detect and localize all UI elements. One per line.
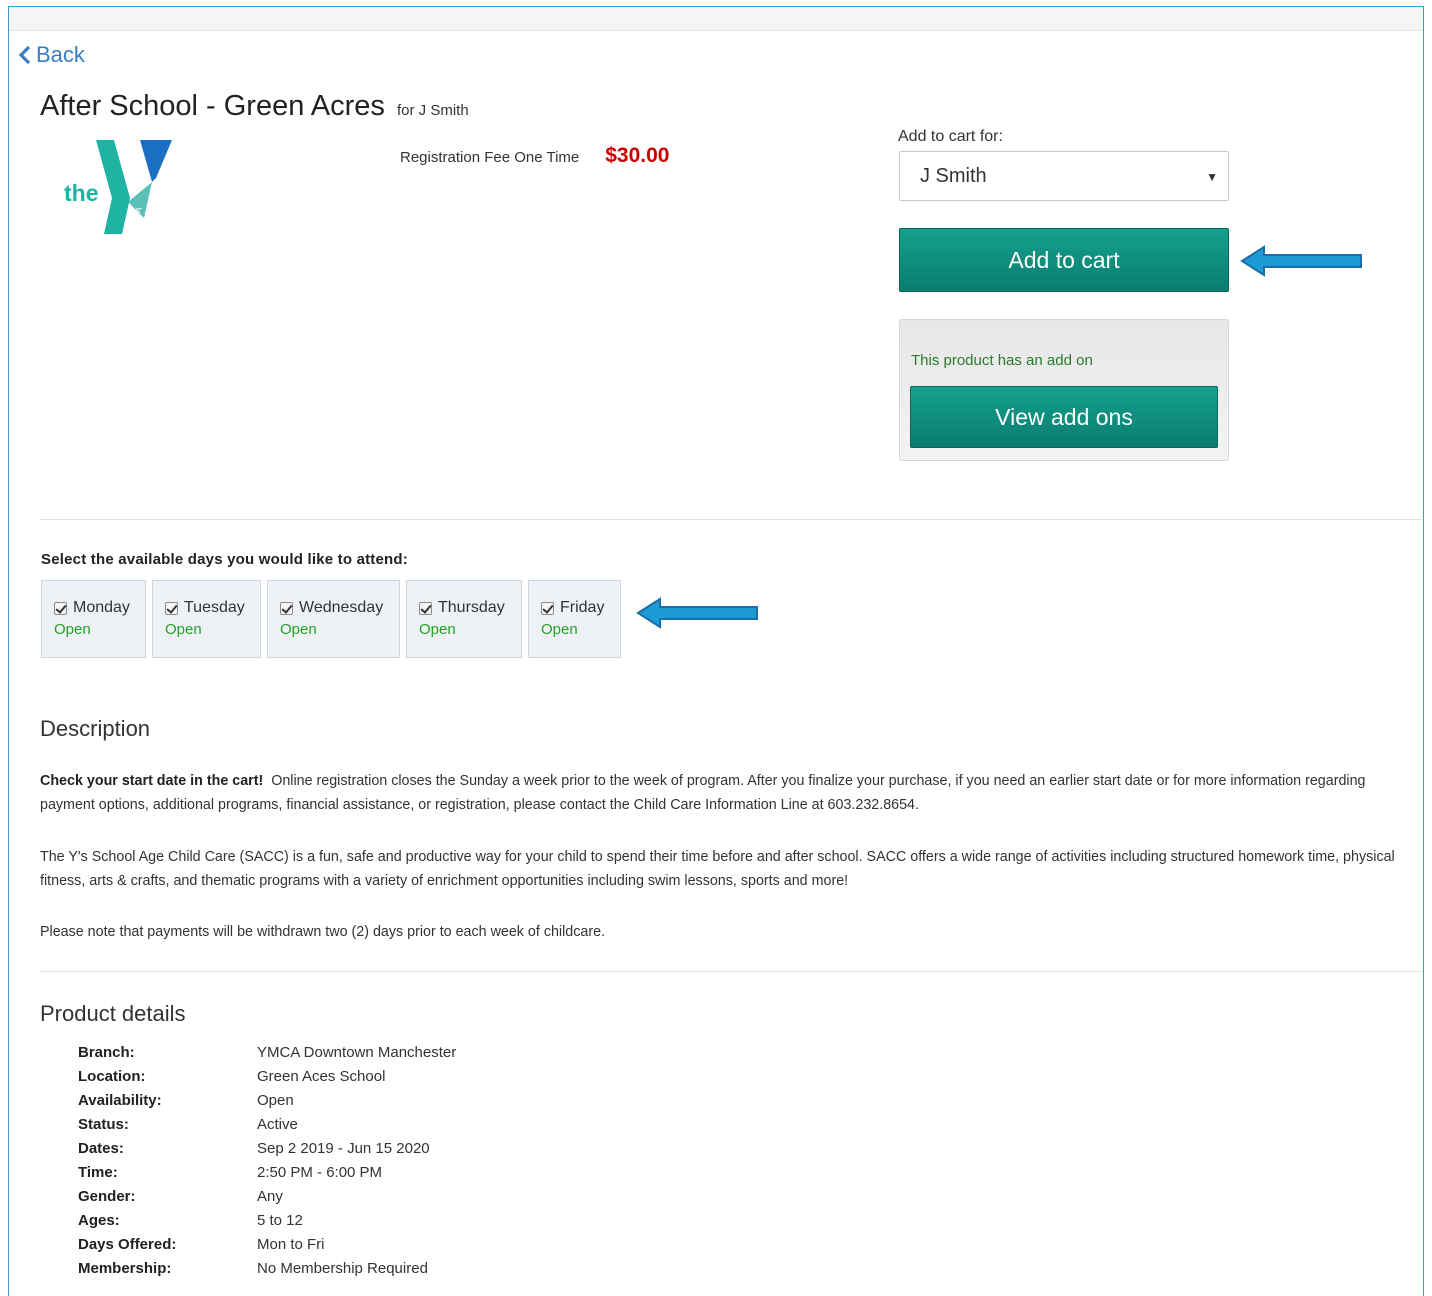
checkbox-checked-icon[interactable] xyxy=(541,601,554,615)
selected-person: J Smith xyxy=(920,164,987,187)
addon-message: This product has an add on xyxy=(911,352,1093,369)
product-for-label: for J Smith xyxy=(397,102,469,119)
section-divider xyxy=(40,971,1422,972)
details-row-ages: Ages: 5 to 12 xyxy=(78,1209,456,1233)
details-heading: Product details xyxy=(40,1001,186,1026)
details-key: Status: xyxy=(78,1116,129,1133)
details-key: Ages: xyxy=(78,1212,120,1229)
description-heading: Description xyxy=(40,716,151,741)
day-status: Open xyxy=(54,621,91,638)
registration-fee: Registration Fee One Time $30.00 xyxy=(400,144,669,168)
details-row-gender: Gender: Any xyxy=(78,1185,456,1209)
add-to-cart-button[interactable]: Add to cart xyxy=(899,228,1229,292)
back-label: Back xyxy=(36,42,85,67)
day-selector: Monday Open Tuesday Open Wednesday Open … xyxy=(41,580,621,658)
view-add-ons-button[interactable]: View add ons xyxy=(910,386,1218,448)
back-link[interactable]: Back xyxy=(18,42,85,68)
details-row-status: Status: Active xyxy=(78,1113,456,1137)
details-row-location: Location: Green Aces School xyxy=(78,1065,456,1089)
description-bold-lead: Check your start date in the cart! xyxy=(40,773,264,789)
arrow-left-icon xyxy=(1240,245,1362,277)
page-title: After School - Green Acres for J Smith xyxy=(40,90,469,123)
fee-price: $30.00 xyxy=(605,144,670,167)
details-value: 5 to 12 xyxy=(257,1212,303,1229)
logo-text: the xyxy=(64,180,99,206)
details-key: Location: xyxy=(78,1068,146,1085)
day-option-tuesday[interactable]: Tuesday Open xyxy=(152,580,261,658)
checkbox-checked-icon[interactable] xyxy=(280,601,293,615)
day-name: Tuesday xyxy=(184,599,245,616)
day-status: Open xyxy=(541,621,578,638)
details-row-days-offered: Days Offered: Mon to Fri xyxy=(78,1233,456,1257)
details-value: Open xyxy=(257,1092,294,1109)
day-option-friday[interactable]: Friday Open xyxy=(528,580,621,658)
details-row-time: Time: 2:50 PM - 6:00 PM xyxy=(78,1161,456,1185)
details-row-membership: Membership: No Membership Required xyxy=(78,1257,456,1281)
details-key: Gender: xyxy=(78,1188,136,1205)
addon-panel: This product has an add on View add ons xyxy=(899,319,1229,461)
fee-label: Registration Fee One Time xyxy=(400,149,580,166)
svg-text:YMCA: YMCA xyxy=(127,205,144,230)
caret-down-icon: ▼ xyxy=(1206,170,1218,184)
details-row-branch: Branch: YMCA Downtown Manchester xyxy=(78,1041,456,1065)
day-status: Open xyxy=(280,621,317,638)
arrow-left-icon xyxy=(636,597,758,629)
checkbox-checked-icon[interactable] xyxy=(419,601,432,615)
product-title: After School - Green Acres xyxy=(40,90,385,122)
details-key: Membership: xyxy=(78,1260,172,1277)
cart-person-select[interactable]: J Smith ▼ xyxy=(899,151,1229,201)
details-value: 2:50 PM - 6:00 PM xyxy=(257,1164,383,1181)
day-name: Thursday xyxy=(438,599,505,616)
product-details-table: Branch: YMCA Downtown Manchester Locatio… xyxy=(78,1041,456,1281)
day-option-thursday[interactable]: Thursday Open xyxy=(406,580,522,658)
details-value: No Membership Required xyxy=(257,1260,428,1277)
day-name: Monday xyxy=(73,599,130,616)
details-key: Availability: xyxy=(78,1092,162,1109)
description-paragraph-1: Check your start date in the cart! Onlin… xyxy=(40,769,1420,817)
description-paragraph-2: The Y's School Age Child Care (SACC) is … xyxy=(40,849,1395,889)
details-value: Active xyxy=(257,1116,298,1133)
details-key: Branch: xyxy=(78,1044,135,1061)
details-key: Dates: xyxy=(78,1140,124,1157)
chevron-left-icon xyxy=(18,45,31,65)
day-name: Friday xyxy=(560,599,605,616)
details-value: YMCA Downtown Manchester xyxy=(257,1044,457,1061)
details-value: Mon to Fri xyxy=(257,1236,325,1253)
details-key: Days Offered: xyxy=(78,1236,177,1253)
details-value: Green Aces School xyxy=(257,1068,386,1085)
checkbox-checked-icon[interactable] xyxy=(165,601,178,615)
details-key: Time: xyxy=(78,1164,118,1181)
details-value: Sep 2 2019 - Jun 15 2020 xyxy=(257,1140,430,1157)
top-strip xyxy=(9,7,1423,31)
day-status: Open xyxy=(165,621,202,638)
details-row-dates: Dates: Sep 2 2019 - Jun 15 2020 xyxy=(78,1137,456,1161)
details-row-availability: Availability: Open xyxy=(78,1089,456,1113)
day-name: Wednesday xyxy=(299,599,384,616)
cart-for-label: Add to cart for: xyxy=(898,128,1003,145)
ymca-logo: YMCA the xyxy=(60,138,180,238)
days-prompt: Select the available days you would like… xyxy=(41,551,408,568)
day-status: Open xyxy=(419,621,456,638)
details-value: Any xyxy=(257,1188,283,1205)
description-paragraph-3: Please note that payments will be withdr… xyxy=(40,924,606,940)
checkbox-checked-icon[interactable] xyxy=(54,601,67,615)
section-divider xyxy=(40,519,1422,520)
day-option-monday[interactable]: Monday Open xyxy=(41,580,146,658)
day-option-wednesday[interactable]: Wednesday Open xyxy=(267,580,400,658)
